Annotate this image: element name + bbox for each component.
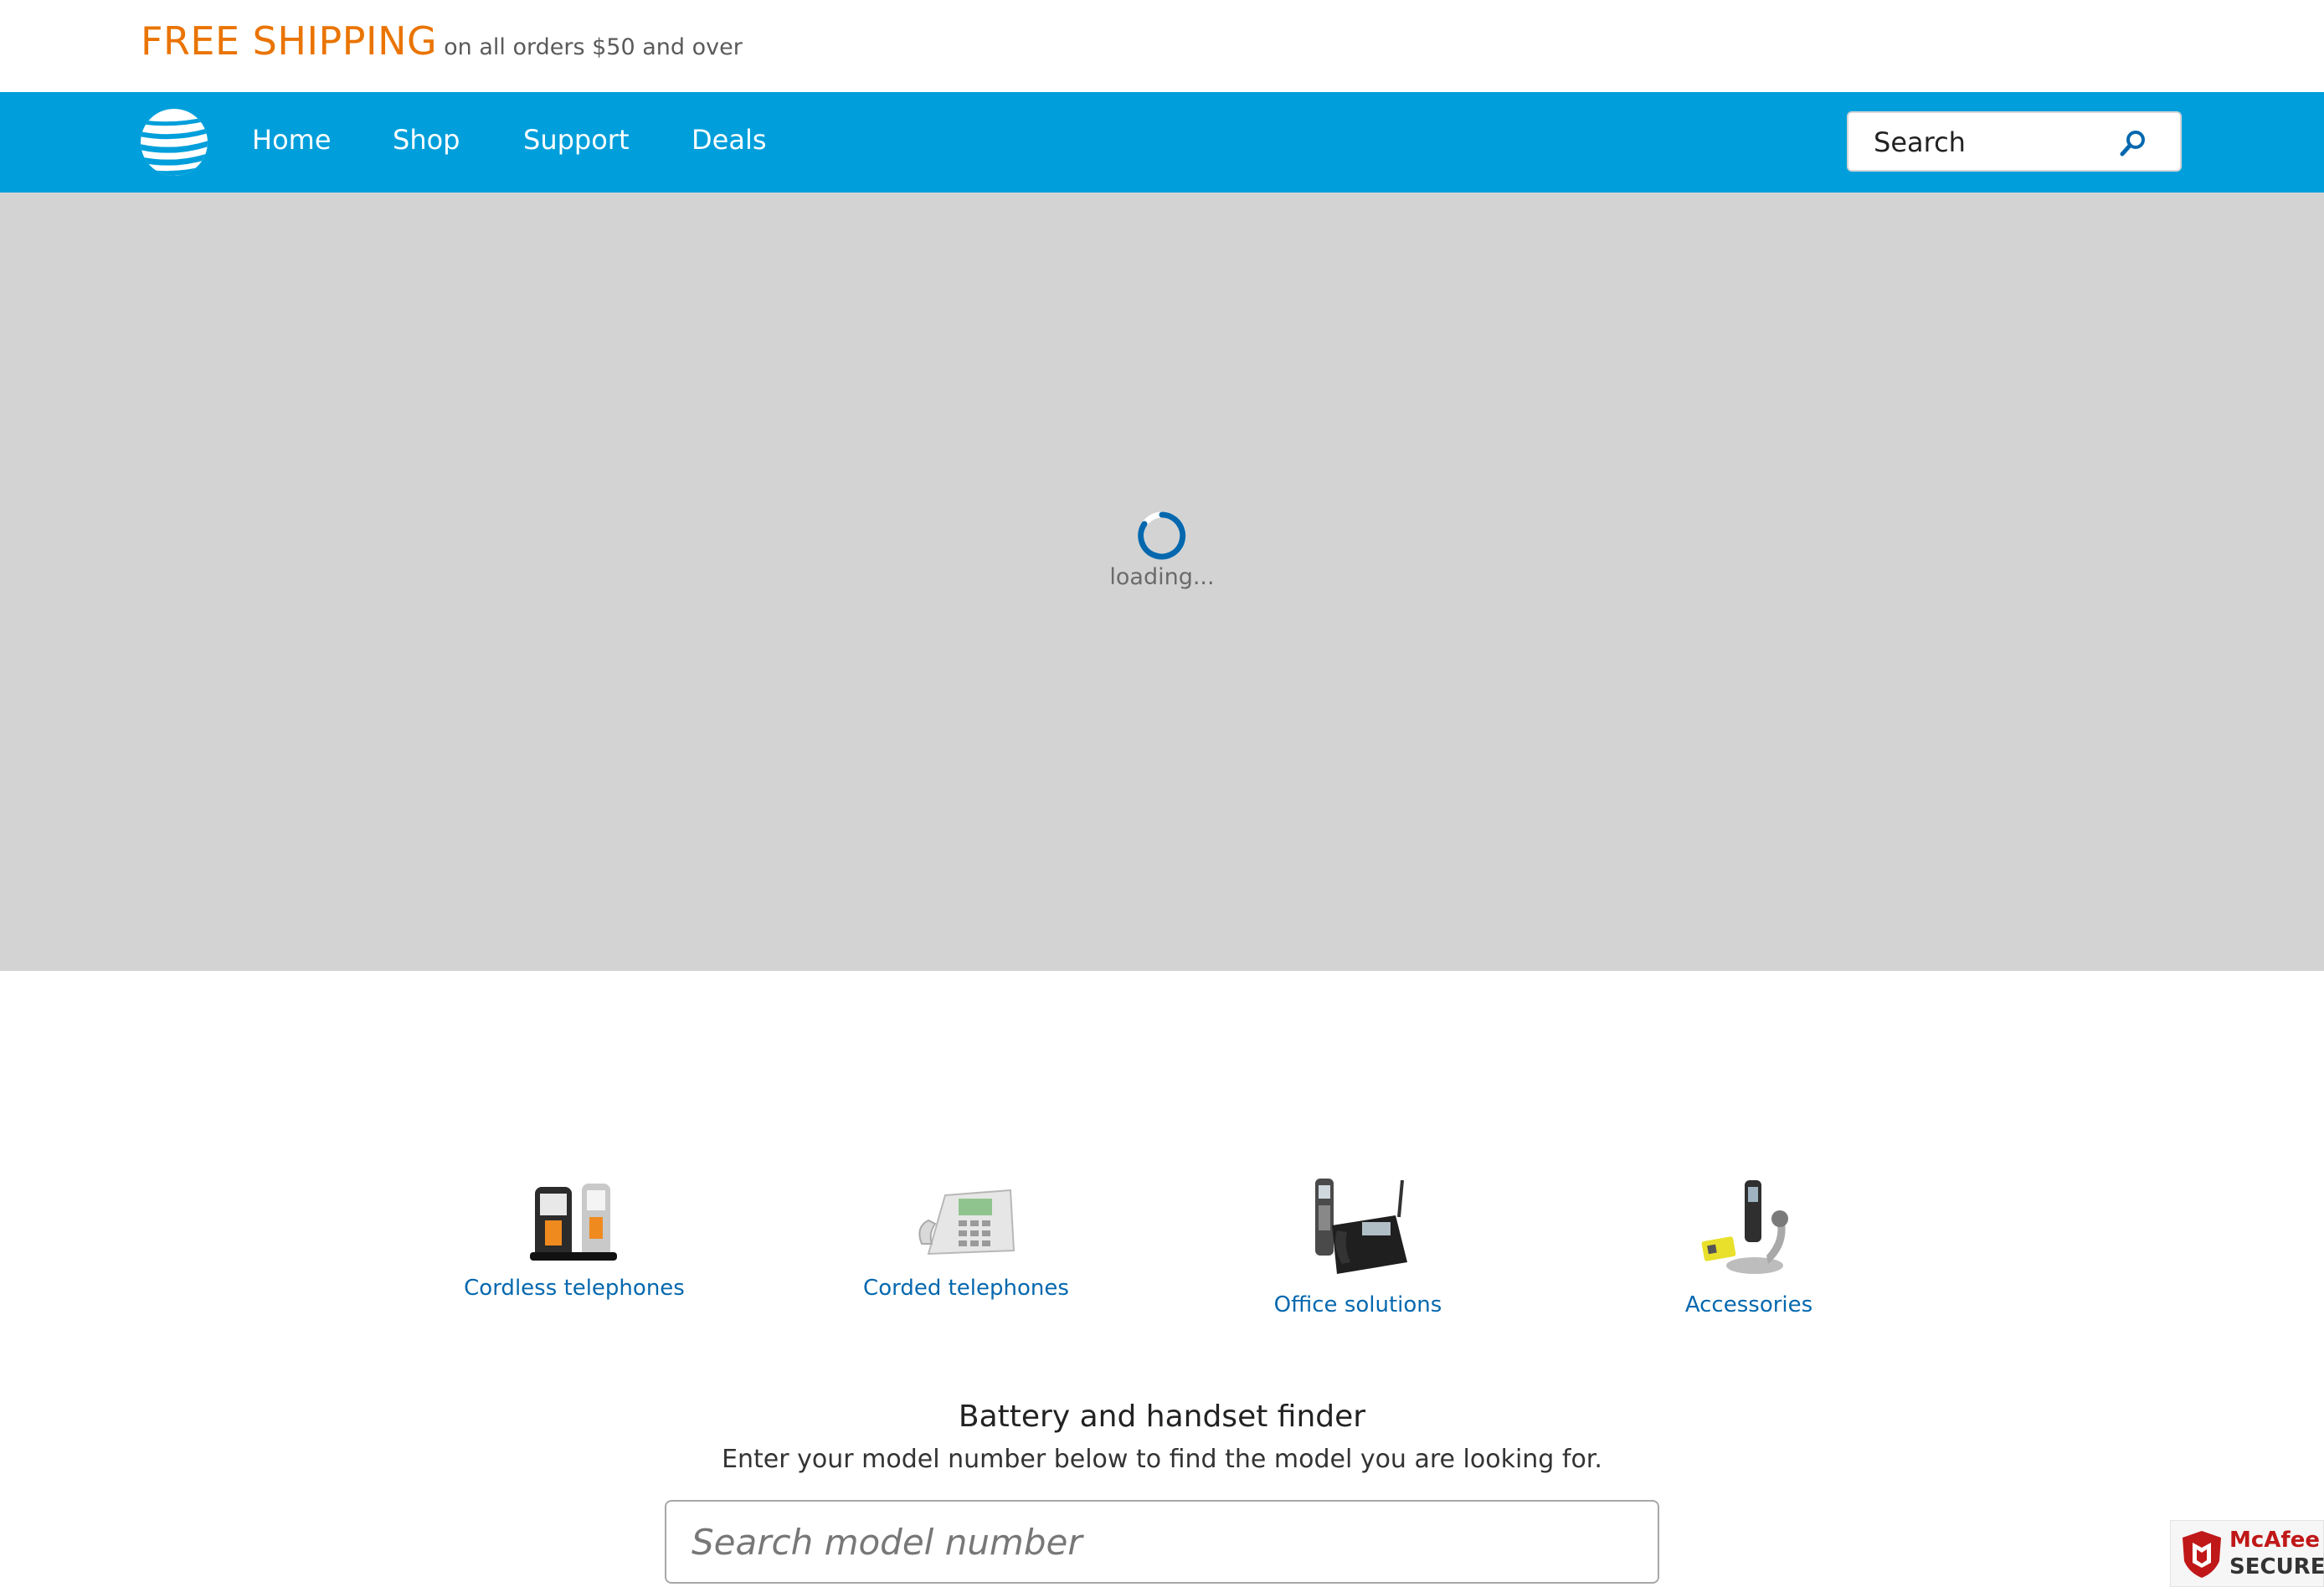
category-cordless-telephones[interactable]: Cordless telephones xyxy=(449,1172,700,1301)
category-accessories[interactable]: Accessories xyxy=(1623,1172,1874,1317)
category-label[interactable]: Corded telephones xyxy=(841,1276,1092,1301)
corded-phone-icon xyxy=(918,1189,1015,1256)
category-label[interactable]: Office solutions xyxy=(1232,1292,1483,1317)
promo-headline: FREE SHIPPING xyxy=(141,18,438,64)
cordless-phones-icon xyxy=(530,1184,617,1261)
loading-spinner-icon xyxy=(1138,511,1186,560)
mcafee-secure-badge[interactable]: McAfee SECURE xyxy=(2170,1520,2324,1587)
nav-shop[interactable]: Shop xyxy=(393,124,460,156)
att-globe-logo-icon[interactable] xyxy=(140,108,208,177)
nav-support[interactable]: Support xyxy=(523,124,630,156)
office-phone-icon xyxy=(1315,1179,1407,1274)
mcafee-name: McAfee xyxy=(2229,1528,2320,1553)
promo-subtext: on all orders $50 and over xyxy=(444,34,743,60)
site-search-input[interactable] xyxy=(1872,125,2126,160)
category-label[interactable]: Cordless telephones xyxy=(449,1276,700,1301)
promo-banner: FREE SHIPPING on all orders $50 and over xyxy=(141,18,743,77)
site-search xyxy=(1847,111,2182,172)
finder-subtitle: Enter your model number below to find th… xyxy=(722,1445,1602,1474)
headset-accessories-icon xyxy=(1701,1180,1788,1274)
category-office-solutions[interactable]: Office solutions xyxy=(1232,1172,1483,1317)
model-number-search-input[interactable] xyxy=(665,1500,1659,1584)
nav-deals[interactable]: Deals xyxy=(692,124,767,156)
main-nav: Home Shop Support Deals xyxy=(0,92,2324,193)
finder-title: Battery and handset finder xyxy=(958,1400,1366,1434)
search-icon[interactable] xyxy=(2118,128,2148,158)
mcafee-secure-text: SECURE xyxy=(2229,1554,2324,1579)
nav-home[interactable]: Home xyxy=(252,124,332,156)
category-label[interactable]: Accessories xyxy=(1623,1292,1874,1317)
mcafee-shield-icon xyxy=(2183,1531,2221,1578)
category-corded-telephones[interactable]: Corded telephones xyxy=(841,1172,1092,1301)
hero-carousel: loading... xyxy=(0,193,2324,971)
loading-text: loading... xyxy=(1109,564,1215,590)
